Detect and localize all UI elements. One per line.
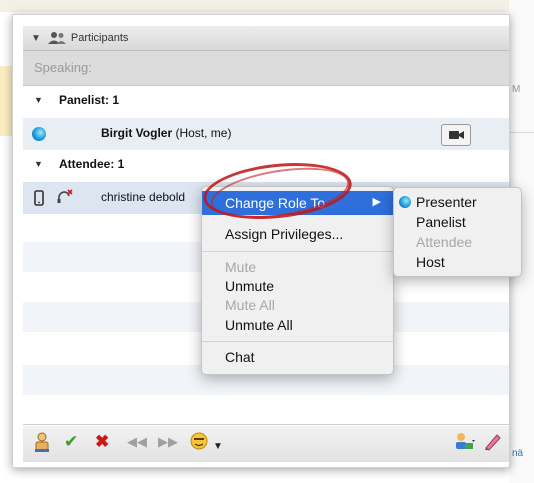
- collapse-triangle-icon[interactable]: ▼: [31, 33, 41, 44]
- panel-titlebar[interactable]: ▼ Participants: [23, 26, 509, 51]
- speaking-bar: Speaking:: [23, 51, 509, 86]
- rewind-icon[interactable]: ◀◀: [127, 431, 147, 453]
- background-partial-link: nä: [512, 448, 524, 459]
- menu-item-unmute[interactable]: Unmute: [202, 276, 393, 296]
- yes-check-icon[interactable]: ✔: [64, 431, 78, 453]
- menu-item-mute-all: Mute All: [225, 297, 275, 313]
- presenter-ball-icon: [399, 196, 411, 208]
- context-menu: Change Role To ▶ Assign Privileges... Mu…: [201, 186, 394, 375]
- background-divider: [509, 132, 534, 133]
- divider: [23, 424, 509, 425]
- attendee-group-label: Attendee: 1: [59, 157, 125, 171]
- menu-item-mute: Mute: [225, 259, 257, 275]
- fast-forward-icon[interactable]: ▶▶: [158, 431, 178, 453]
- attendee-group-header[interactable]: ▼ Attendee: 1: [23, 150, 509, 180]
- video-camera-icon[interactable]: [441, 124, 471, 146]
- emoticon-icon[interactable]: [189, 431, 209, 457]
- collapse-triangle-icon[interactable]: ▼: [34, 159, 43, 169]
- participant-name: Birgit Vogler (Host, me): [101, 126, 232, 140]
- menu-separator: [202, 341, 393, 342]
- menu-item-chat[interactable]: Chat: [202, 347, 393, 367]
- participant-toolbar: ✔ ✖ ◀◀ ▶▶ ▼: [23, 426, 509, 462]
- user-settings-icon[interactable]: [453, 431, 477, 457]
- participant-row-birgit[interactable]: Birgit Vogler (Host, me): [23, 118, 509, 150]
- no-x-icon[interactable]: ✖: [95, 431, 109, 453]
- annotate-pen-icon[interactable]: [483, 431, 503, 457]
- menu-separator: [202, 251, 393, 252]
- submenu-item-presenter[interactable]: Presenter: [394, 193, 521, 213]
- phone-icon: [34, 190, 44, 211]
- collapse-triangle-icon[interactable]: ▼: [34, 95, 43, 105]
- participants-icon: [47, 31, 67, 45]
- role-submenu: Presenter Panelist Attendee Host: [393, 187, 522, 277]
- submenu-item-attendee: Attendee: [416, 234, 473, 250]
- panelist-group-header[interactable]: ▼ Panelist: 1: [23, 86, 509, 116]
- menu-item-change-role[interactable]: Change Role To ▶: [202, 191, 393, 215]
- submenu-item-panelist[interactable]: Panelist: [394, 213, 521, 233]
- speaking-label: Speaking:: [34, 60, 92, 75]
- panel-title: Participants: [70, 32, 129, 44]
- dropdown-arrow-icon[interactable]: ▼: [213, 436, 223, 458]
- background-partial-label: M: [512, 84, 521, 95]
- panelist-group-label: Panelist: 1: [59, 93, 120, 107]
- submenu-item-host[interactable]: Host: [394, 253, 521, 273]
- menu-item-unmute-all[interactable]: Unmute All: [202, 315, 393, 335]
- menu-item-assign-privileges[interactable]: Assign Privileges...: [202, 224, 393, 244]
- submenu-arrow-icon: ▶: [372, 196, 381, 208]
- audio-muted-icon[interactable]: [56, 189, 74, 210]
- presenter-ball-icon: [32, 127, 46, 141]
- participant-name: christine debold: [101, 190, 186, 204]
- raise-hand-icon[interactable]: [32, 431, 52, 459]
